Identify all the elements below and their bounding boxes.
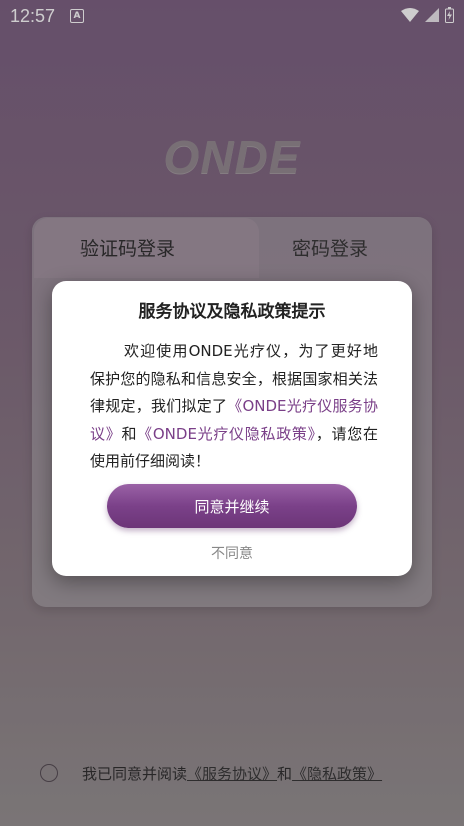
privacy-dialog: 服务协议及隐私政策提示 欢迎使用ONDE光疗仪，为了更好地保护您的隐私和信息安全… [52, 281, 412, 576]
dialog-title: 服务协议及隐私政策提示 [138, 302, 326, 322]
agree-continue-button[interactable]: 同意并继续 [107, 484, 357, 528]
dialog-body: 欢迎使用ONDE光疗仪，为了更好地保护您的隐私和信息安全，根据国家相关法律规定，… [90, 338, 378, 476]
dialog-body-and: 和 [121, 424, 138, 443]
dialog-privacy-policy-link[interactable]: 《ONDE光疗仪隐私政策》 [137, 425, 316, 443]
disagree-button[interactable]: 不同意 [52, 543, 412, 563]
